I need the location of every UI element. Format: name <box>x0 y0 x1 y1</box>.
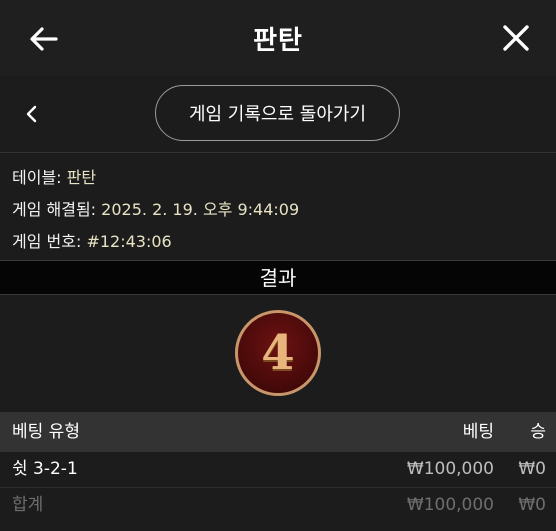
table-label: 테이블: <box>12 168 62 187</box>
game-info: 테이블: 판탄 게임 해결됨: 2025. 2. 19. 오후 9:44:09 … <box>12 162 299 258</box>
row-bet-type: 쉿 3-2-1 <box>12 459 78 479</box>
resolved-info-line: 게임 해결됨: 2025. 2. 19. 오후 9:44:09 <box>12 194 299 226</box>
game-number-line: 게임 번호: #12:43:06 <box>12 226 299 258</box>
table-value: 판탄 <box>66 168 97 187</box>
result-area: 4 <box>0 295 556 412</box>
row-win-amount: ₩0 <box>518 459 546 479</box>
bet-table-header: 베팅 유형 베팅 승 <box>0 412 556 452</box>
resolved-label: 게임 해결됨: <box>12 200 97 219</box>
close-icon[interactable] <box>500 22 532 54</box>
game-number-value: #12:43:06 <box>86 232 172 251</box>
result-number: 4 <box>261 325 295 381</box>
table-row: 쉿 3-2-1 ₩100,000 ₩0 <box>0 452 556 488</box>
total-bet-amount: ₩100,000 <box>406 495 494 515</box>
header-win: 승 <box>530 422 546 442</box>
header-bet-type: 베팅 유형 <box>12 422 80 442</box>
header-bet: 베팅 <box>462 422 494 442</box>
game-number-label: 게임 번호: <box>12 232 82 251</box>
total-label: 합계 <box>12 495 44 515</box>
back-to-history-button[interactable]: 게임 기록으로 돌아가기 <box>155 85 400 141</box>
result-medal: 4 <box>235 310 321 396</box>
chevron-left-icon[interactable] <box>22 104 42 124</box>
resolved-value: 2025. 2. 19. 오후 9:44:09 <box>101 200 300 219</box>
total-win-amount: ₩0 <box>518 495 546 515</box>
history-nav: 게임 기록으로 돌아가기 <box>0 76 556 153</box>
row-bet-amount: ₩100,000 <box>406 459 494 479</box>
page-title: 판탄 <box>253 26 303 56</box>
top-bar: 판탄 <box>0 0 556 76</box>
total-row: 합계 ₩100,000 ₩0 <box>0 488 556 523</box>
result-header: 결과 <box>0 260 556 295</box>
table-info-line: 테이블: 판탄 <box>12 162 299 194</box>
